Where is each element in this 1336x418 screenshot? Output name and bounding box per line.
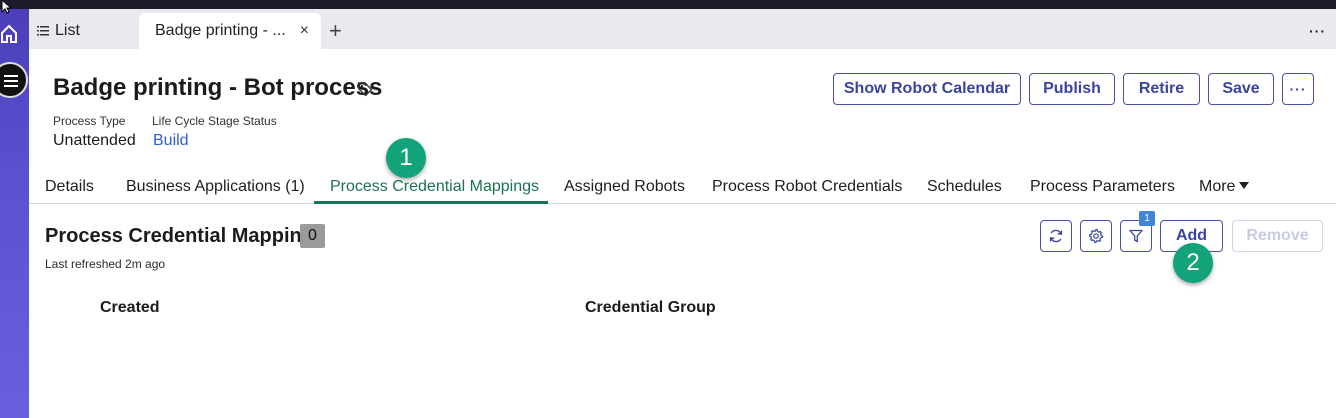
gear-icon — [1088, 228, 1104, 244]
retire-button[interactable]: Retire — [1123, 73, 1200, 105]
lifecycle-status-value[interactable]: Build — [153, 132, 189, 150]
settings-button[interactable] — [1080, 220, 1112, 252]
refresh-button[interactable] — [1040, 220, 1072, 252]
subtab-process-credential-mappings[interactable]: Process Credential Mappings — [330, 178, 539, 196]
save-button[interactable]: Save — [1208, 73, 1274, 105]
tab-active-label: Badge printing - ... — [155, 22, 286, 39]
tab-badge-printing[interactable]: Badge printing - ... × — [139, 13, 321, 49]
subtab-more[interactable]: More — [1199, 178, 1250, 196]
section-title: Process Credential Mappings — [45, 225, 326, 247]
record-count-badge: 0 — [300, 224, 325, 248]
page-title: Badge printing - Bot process — [53, 74, 383, 101]
refresh-icon — [1049, 229, 1063, 243]
list-icon — [37, 26, 49, 36]
close-tab-icon[interactable]: × — [300, 22, 309, 40]
step-callout-1: 1 — [386, 138, 426, 178]
tab-list[interactable]: List — [37, 13, 80, 49]
subtab-schedules[interactable]: Schedules — [927, 178, 1002, 196]
publish-button[interactable]: Publish — [1029, 73, 1115, 105]
subtab-assigned-robots[interactable]: Assigned Robots — [564, 178, 685, 196]
mouse-cursor-icon — [1, 0, 11, 14]
process-type-value: Unattended — [53, 132, 136, 149]
process-type-label: Process Type — [53, 114, 126, 128]
subtab-business-applications[interactable]: Business Applications (1) — [126, 178, 305, 196]
workspace-tab-bar: List Badge printing - ... × + ··· — [29, 9, 1336, 49]
subtab-more-label: More — [1199, 178, 1236, 195]
column-header-credential-group[interactable]: Credential Group — [585, 299, 716, 317]
tabbar-more-icon[interactable]: ··· — [1309, 23, 1326, 39]
subtab-process-robot-credentials[interactable]: Process Robot Credentials — [712, 178, 902, 196]
window-top-strip — [0, 0, 1336, 9]
subtab-details[interactable]: Details — [45, 178, 94, 196]
lifecycle-status-label: Life Cycle Stage Status — [152, 114, 277, 128]
more-actions-button[interactable]: ··· — [1282, 73, 1314, 105]
home-icon[interactable] — [0, 22, 18, 44]
hamburger-line — [4, 85, 18, 87]
subtab-process-parameters[interactable]: Process Parameters — [1030, 178, 1175, 196]
caret-down-icon — [1239, 182, 1250, 189]
step-callout-2: 2 — [1173, 243, 1213, 283]
tab-list-label: List — [55, 22, 80, 39]
record-subtabs: Details Business Applications (1) Proces… — [29, 170, 1336, 204]
active-filter-count-badge: 1 — [1139, 211, 1155, 226]
hamburger-line — [4, 75, 18, 77]
column-header-created[interactable]: Created — [100, 299, 160, 317]
active-subtab-underline — [314, 201, 548, 204]
last-refreshed-text: Last refreshed 2m ago — [45, 257, 166, 271]
filter-icon — [1129, 229, 1143, 243]
tag-icon[interactable] — [357, 81, 373, 97]
remove-button: Remove — [1232, 220, 1323, 252]
add-tab-button[interactable]: + — [329, 13, 342, 49]
show-robot-calendar-button[interactable]: Show Robot Calendar — [833, 73, 1021, 105]
hamburger-line — [4, 80, 18, 82]
